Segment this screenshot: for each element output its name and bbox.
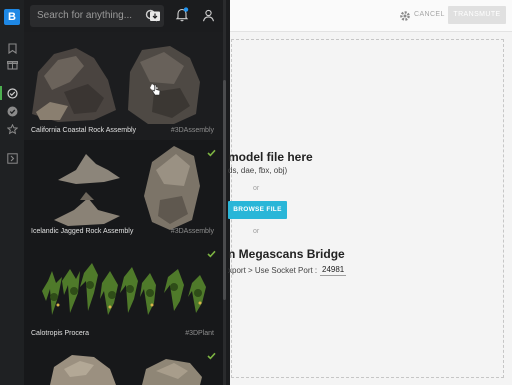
- asset-name: California Coastal Rock Assembly: [31, 127, 137, 134]
- asset-tag: #3DAssembly: [170, 127, 214, 134]
- asset-tag: #3DPlant: [185, 330, 214, 337]
- asset-thumbnail: [54, 146, 200, 230]
- bookmark-icon[interactable]: [6, 42, 18, 54]
- notification-bell-icon[interactable]: [175, 7, 189, 22]
- hand-cursor-icon: [152, 84, 161, 96]
- star-icon[interactable]: [6, 123, 18, 135]
- asset-card[interactable]: [24, 343, 224, 385]
- check-circle-outline-icon[interactable]: [6, 87, 18, 99]
- check-circle-filled-icon[interactable]: [6, 105, 18, 117]
- download-icon[interactable]: [149, 9, 163, 23]
- gear-icon[interactable]: [399, 9, 411, 27]
- asset-name: Calotropis Procera: [31, 330, 89, 337]
- asset-card[interactable]: Icelandic Jagged Rock Assembly #3DAssemb…: [24, 140, 224, 242]
- downloaded-check-icon: [207, 245, 216, 263]
- socket-port-field[interactable]: 24981: [320, 265, 347, 276]
- cancel-button[interactable]: CANCEL: [414, 11, 445, 18]
- bridge-hint: xport > Use Socket Port :: [228, 266, 318, 275]
- drop-formats: ds, dae, fbx, obj): [228, 166, 288, 175]
- bridge-logo[interactable]: B: [4, 9, 20, 25]
- search-input[interactable]: Search for anything...: [30, 5, 164, 27]
- asset-thumbnail: [32, 46, 200, 124]
- bridge-title: n Megascans Bridge: [228, 247, 345, 261]
- user-account-icon[interactable]: [202, 9, 216, 23]
- asset-thumbnail: [42, 263, 206, 315]
- exit-icon[interactable]: [6, 152, 18, 164]
- asset-thumbnail: [50, 355, 202, 385]
- or-divider: or: [253, 228, 260, 235]
- search-placeholder: Search for anything...: [37, 10, 133, 21]
- downloaded-check-icon: [207, 347, 216, 365]
- drop-title: model file here: [228, 150, 313, 164]
- asset-card[interactable]: Calotropis Procera #3DPlant: [24, 241, 224, 344]
- gift-icon[interactable]: [6, 58, 18, 70]
- left-rail: B: [0, 0, 25, 385]
- active-indicator: [0, 86, 2, 100]
- browse-file-button[interactable]: BROWSE FILE: [228, 201, 287, 219]
- asset-tag: #3DAssembly: [170, 228, 214, 235]
- downloaded-check-icon: [207, 144, 216, 162]
- main-header: CANCEL TRANSMUTE: [230, 0, 512, 32]
- panel-topbar: Search for anything...: [24, 0, 230, 32]
- asset-name: Icelandic Jagged Rock Assembly: [31, 228, 134, 235]
- transmute-button[interactable]: TRANSMUTE: [448, 6, 506, 24]
- asset-panel: Search for anything... California Coasta…: [24, 0, 230, 385]
- or-divider: or: [253, 185, 260, 192]
- asset-card[interactable]: California Coastal Rock Assembly #3DAsse…: [24, 32, 224, 141]
- panel-scroll-thumb[interactable]: [223, 80, 226, 300]
